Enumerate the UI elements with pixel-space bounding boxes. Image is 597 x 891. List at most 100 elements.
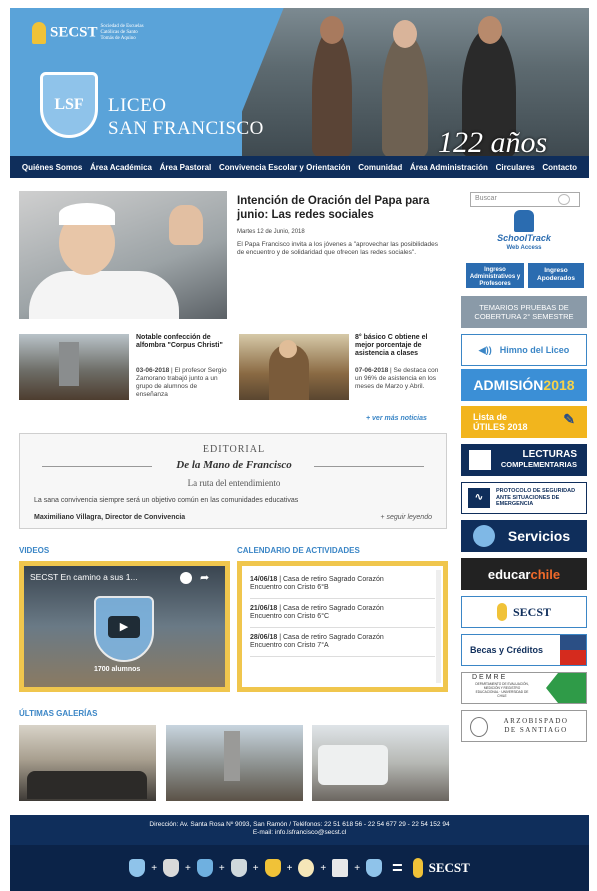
- school-shield-icon[interactable]: [230, 859, 247, 877]
- editorial-subtitle: La ruta del entendimiento: [187, 478, 281, 488]
- lecturas-label-bottom: COMPLEMENTARIAS: [500, 460, 577, 469]
- editorial-title[interactable]: De la Mano de Francisco: [20, 459, 448, 471]
- nav-item-area-academica[interactable]: Área Académica: [90, 163, 152, 172]
- page: SECST Sociedad de Escuelas Católicas de S…: [0, 0, 597, 891]
- editorial-more-link[interactable]: + seguir leyendo: [380, 514, 432, 521]
- calendar-item-title: | Casa de retiro Sagrado Corazón: [277, 634, 384, 641]
- admision-banner[interactable]: ADMISIÓN 2018: [461, 369, 587, 401]
- calendar-scrollbar[interactable]: [436, 570, 441, 683]
- search-icon[interactable]: [558, 194, 570, 205]
- servicios-banner[interactable]: Servicios: [461, 520, 587, 552]
- pencil-icon: ✎: [563, 411, 575, 427]
- secst-mark-icon: [32, 22, 46, 44]
- plus-icon: +: [218, 862, 225, 874]
- gallery-thumb[interactable]: [19, 725, 156, 801]
- secst-mark-icon: [496, 603, 507, 621]
- login-staff-button[interactable]: Ingreso Administrativos y Profesores: [466, 263, 524, 288]
- calendar-frame: 14/06/18 | Casa de retiro Sagrado Corazó…: [237, 561, 448, 692]
- calendar-item[interactable]: 28/06/18 | Casa de retiro Sagrado Corazó…: [250, 634, 435, 657]
- video-player[interactable]: SECST En camino a sus 1... ➦ ▶ 1700 alum…: [24, 566, 225, 687]
- plus-icon: +: [151, 862, 158, 874]
- secst-banner[interactable]: SECST: [461, 596, 587, 628]
- school-shield-icon[interactable]: [196, 859, 213, 877]
- books-icon: [469, 450, 491, 470]
- gallery-thumb[interactable]: [166, 725, 303, 801]
- share-icon[interactable]: ➦: [200, 571, 209, 584]
- nav-item-circulares[interactable]: Circulares: [496, 163, 535, 172]
- arzobispado-banner[interactable]: Arzobispado de Santiago: [461, 710, 587, 742]
- protocolo-banner[interactable]: ∿ PROTOCOLO DE SEGURIDAD ANTE SITUACIONES…: [461, 482, 587, 514]
- main-news-title[interactable]: Intención de Oración del Papa para junio…: [237, 194, 442, 222]
- footer-address: Dirección: Av. Santa Rosa Nº 9093, San R…: [149, 821, 450, 828]
- servicios-label: Servicios: [507, 528, 571, 544]
- editorial-label: EDITORIAL: [202, 444, 266, 455]
- heartbeat-icon: ∿: [468, 488, 490, 508]
- clock-icon[interactable]: [180, 572, 192, 584]
- school-shield-icon[interactable]: [129, 859, 146, 877]
- school-shield-icon[interactable]: [298, 859, 315, 877]
- utiles-label-bottom: ÚTILES 2018: [473, 422, 528, 432]
- main-nav: Quiénes Somos Área Académica Área Pastor…: [10, 156, 589, 178]
- nav-item-convivencia[interactable]: Convivencia Escolar y Orientación: [219, 163, 351, 172]
- news-image-corpus[interactable]: [19, 334, 129, 400]
- footer-secst-logo[interactable]: SECST: [429, 860, 470, 876]
- utiles-banner[interactable]: Lista de ÚTILES 2018 ✎: [461, 406, 587, 438]
- nav-item-comunidad[interactable]: Comunidad: [358, 163, 402, 172]
- temarios-banner[interactable]: TEMARIOS PRUEBAS DE COBERTURA 2° SEMESTR…: [461, 296, 587, 328]
- gallery-thumb[interactable]: [312, 725, 449, 801]
- calendar-item-title: | Casa de retiro Sagrado Corazón: [277, 605, 384, 612]
- school-shield-logo[interactable]: LSF: [40, 72, 98, 138]
- login-parents-button[interactable]: Ingreso Apoderados: [528, 263, 584, 288]
- secst-banner-label: SECST: [512, 604, 552, 619]
- org-tagline: Sociedad de Escuelas Católicas de Santo …: [100, 24, 144, 41]
- calendar-item-title: | Casa de retiro Sagrado Corazón: [277, 576, 384, 583]
- arzobispado-label-top: Arzobispado: [503, 717, 569, 725]
- school-shield-icon[interactable]: [163, 859, 180, 877]
- protocolo-label: PROTOCOLO DE SEGURIDAD ANTE SITUACIONES …: [496, 488, 576, 508]
- school-shield-icon[interactable]: [264, 859, 281, 877]
- demre-sub: DEPARTAMENTO DE EVALUACIÓN, MEDICIÓN Y R…: [475, 682, 529, 698]
- calendar-item-detail: Encuentro con Cristo 6°B: [250, 584, 329, 591]
- nav-item-area-pastoral[interactable]: Área Pastoral: [160, 163, 212, 172]
- calendar-item[interactable]: 21/06/18 | Casa de retiro Sagrado Corazó…: [250, 605, 435, 628]
- becas-label: Becas y Créditos: [470, 645, 544, 655]
- footer-email[interactable]: E-mail: info.lsfrancisco@secst.cl: [10, 829, 589, 837]
- calendar-item-date: 21/06/18: [250, 605, 278, 612]
- nav-item-contacto[interactable]: Contacto: [542, 163, 577, 172]
- calendar-item[interactable]: 14/06/18 | Casa de retiro Sagrado Corazó…: [250, 576, 435, 599]
- arzobispado-label-bottom: de Santiago: [504, 726, 568, 734]
- nav-item-area-administracion[interactable]: Área Administración: [410, 163, 488, 172]
- schooltrack-title: SchoolTrack: [497, 233, 551, 243]
- footer-school-logos: + + + + + + + = SECST: [10, 845, 589, 891]
- video-title[interactable]: SECST En camino a sus 1...: [30, 572, 138, 582]
- lecturas-banner[interactable]: LECTURAS COMPLEMENTARIAS: [461, 444, 587, 476]
- arzobispado-seal-icon: [470, 717, 488, 737]
- secst-mark-icon: [412, 858, 423, 878]
- chile-flag-icon: [560, 635, 586, 665]
- school-shield-icon[interactable]: [332, 859, 349, 877]
- school-shield-icon[interactable]: [366, 859, 383, 877]
- himno-label: Himno del Liceo: [499, 345, 570, 355]
- calendar-list: 14/06/18 | Casa de retiro Sagrado Corazó…: [242, 566, 443, 687]
- video-frame: SECST En camino a sus 1... ➦ ▶ 1700 alum…: [19, 561, 230, 692]
- calendar-item-detail: Encuentro con Cristo 6°C: [250, 613, 330, 620]
- news-title-corpus[interactable]: Notable confección de alfombra "Corpus C…: [136, 334, 228, 350]
- himno-banner[interactable]: ◀)) Himno del Liceo: [461, 334, 587, 366]
- secst-logo[interactable]: SECST Sociedad de Escuelas Católicas de S…: [32, 22, 162, 48]
- news-date-asistencia: 07-06-2018: [355, 367, 389, 374]
- admision-label: ADMISIÓN: [473, 377, 544, 393]
- main-news-image[interactable]: [19, 191, 227, 319]
- schooltrack-subtitle: Web Access: [506, 245, 542, 251]
- more-news-link[interactable]: + ver más noticias: [366, 415, 427, 422]
- news-image-asistencia[interactable]: [239, 334, 349, 400]
- news-title-asistencia[interactable]: 8° básico C obtiene el mejor porcentaje …: [355, 334, 447, 358]
- nav-item-quienes-somos[interactable]: Quiénes Somos: [22, 163, 82, 172]
- plus-icon: +: [354, 862, 361, 874]
- educarchile-banner[interactable]: educar chile: [461, 558, 587, 590]
- demre-banner[interactable]: DEMRE DEPARTAMENTO DE EVALUACIÓN, MEDICIÓ…: [461, 672, 587, 704]
- utiles-label-top: Lista de: [473, 412, 508, 422]
- play-icon[interactable]: ▶: [108, 616, 140, 638]
- becas-banner[interactable]: Becas y Créditos: [461, 634, 587, 666]
- school-name: LICEO SAN FRANCISCO: [108, 94, 264, 140]
- header-banner: SECST Sociedad de Escuelas Católicas de S…: [10, 8, 589, 156]
